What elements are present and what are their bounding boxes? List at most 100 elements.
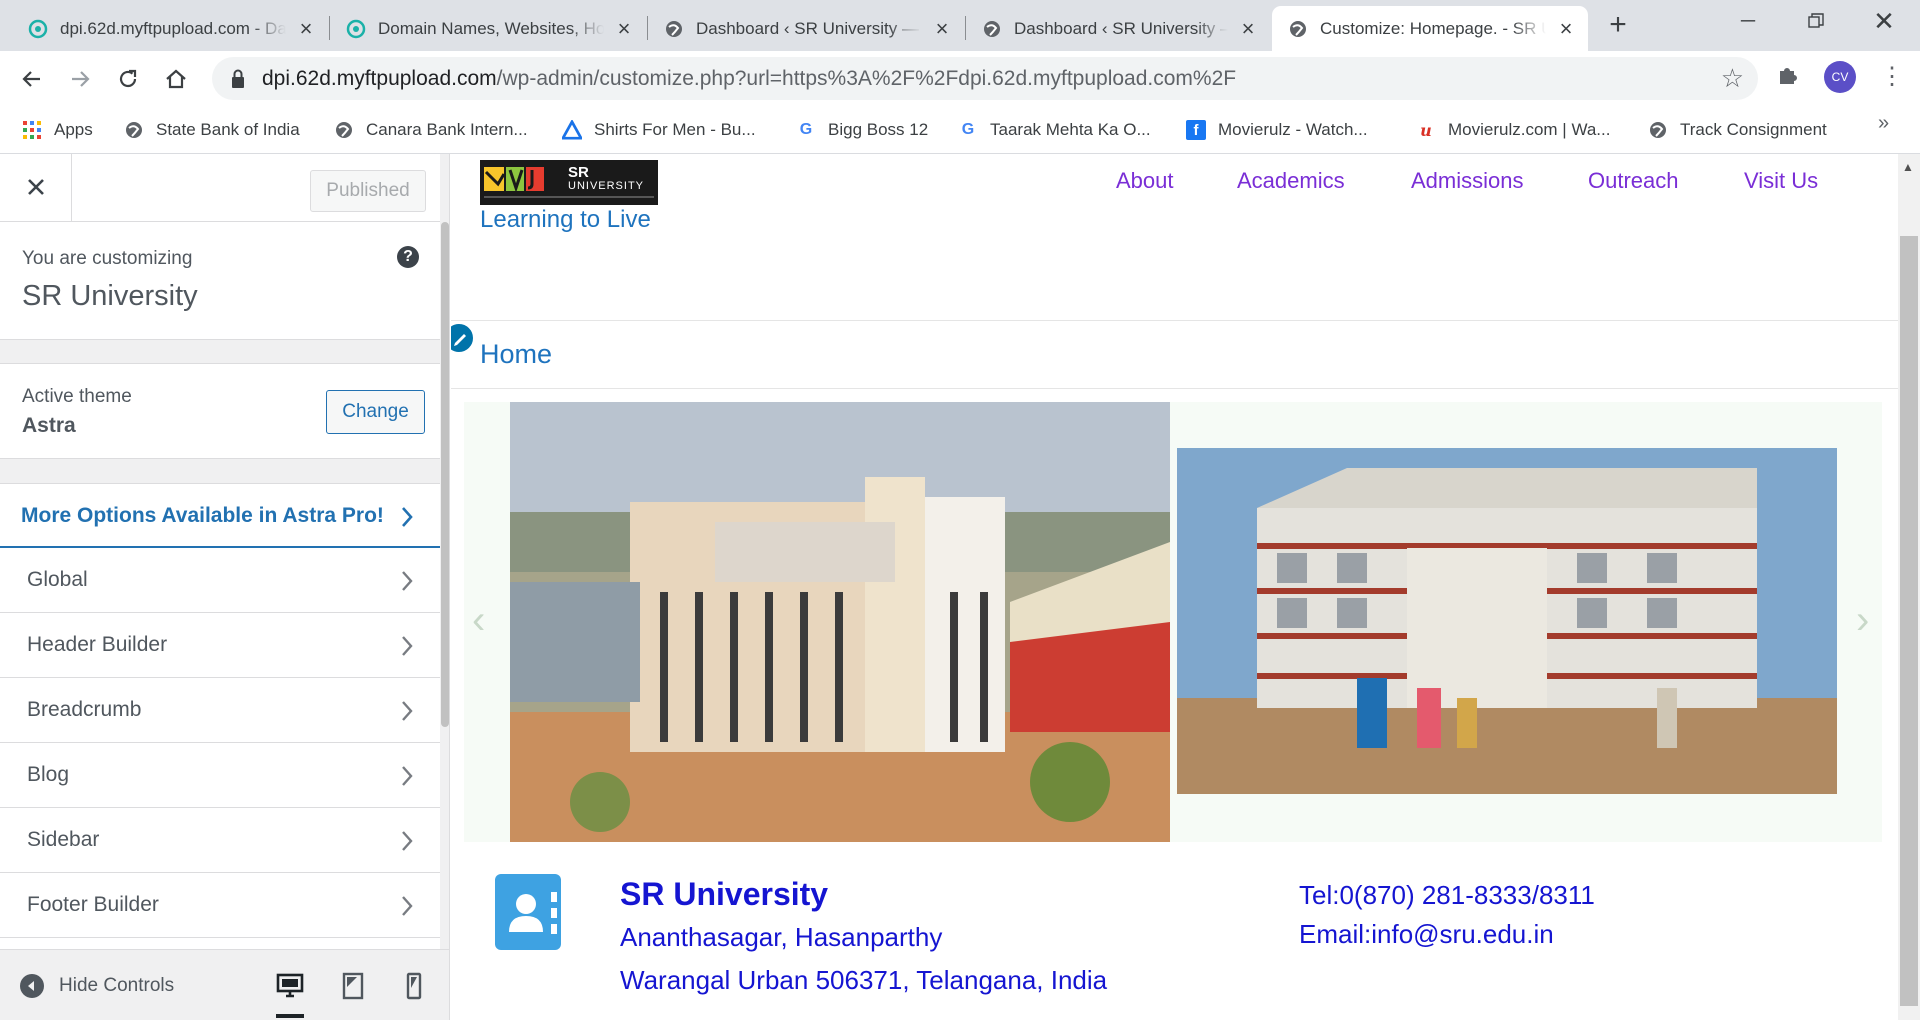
close-window-button[interactable]: ✕	[1856, 6, 1912, 36]
back-arrow-icon	[22, 71, 40, 87]
site-name: SR University	[22, 280, 198, 312]
chevron-right-icon	[402, 831, 413, 851]
menu-item-label: Breadcrumb	[27, 698, 142, 721]
published-button[interactable]: Published	[310, 170, 426, 212]
menu-item-breadcrumb[interactable]: Breadcrumb	[0, 678, 440, 743]
contact-address-line-1: Ananthasagar, Hasanparthy	[620, 922, 943, 952]
bookmark-sbi[interactable]: State Bank of India	[124, 116, 300, 144]
scroll-up-arrow-icon[interactable]: ▲	[1902, 160, 1914, 174]
change-theme-button[interactable]: Change	[326, 390, 425, 434]
desktop-preview-button[interactable]	[276, 972, 304, 1018]
campus-photo-1	[510, 402, 1170, 842]
google-icon: G	[799, 121, 813, 138]
slider-next-arrow-icon[interactable]: ›	[1856, 598, 1869, 643]
menu-item-label: Header Builder	[27, 633, 168, 656]
browser-menu-icon[interactable]: ⋮	[1880, 60, 1904, 96]
contact-email[interactable]: Email:info@sru.edu.in	[1299, 919, 1554, 950]
help-icon[interactable]: ?	[397, 246, 419, 268]
menu-item-footer-builder[interactable]: Footer Builder	[0, 873, 440, 938]
reload-button[interactable]	[112, 63, 144, 95]
logo-text-university: UNIVERSITY	[568, 180, 645, 192]
bookmarks-overflow-icon[interactable]: »	[1878, 112, 1889, 135]
title-divider	[451, 388, 1898, 389]
address-bar[interactable]: dpi.62d.myftpupload.com/wp-admin/customi…	[212, 57, 1758, 100]
menu-item-header-builder[interactable]: Header Builder	[0, 613, 440, 678]
bookmark-shirts[interactable]: Shirts For Men - Bu...	[562, 116, 756, 144]
theme-name: Astra	[22, 414, 76, 437]
tab-close-icon[interactable]: ×	[296, 17, 316, 39]
menu-item-global[interactable]: Global	[0, 548, 440, 613]
profile-avatar[interactable]: CV	[1824, 61, 1856, 93]
globe-icon	[1290, 20, 1306, 37]
logo-text-sr: SR	[568, 164, 589, 181]
chevron-right-icon	[402, 766, 413, 786]
bookmark-label: Bigg Boss 12	[828, 120, 929, 139]
bookmark-label: Canara Bank Intern...	[366, 120, 528, 139]
home-button[interactable]	[160, 63, 192, 95]
tab-dashboard-1[interactable]: Dashboard ‹ SR University — WordPress ×	[648, 6, 964, 51]
astra-pro-link[interactable]: More Options Available in Astra Pro!	[0, 483, 440, 548]
bookmark-canara[interactable]: Canara Bank Intern...	[334, 116, 528, 144]
slider-prev-arrow-icon[interactable]: ‹	[472, 598, 485, 643]
forward-button[interactable]	[64, 63, 96, 95]
menu-item-label: Sidebar	[27, 828, 100, 851]
globe-icon	[1648, 120, 1668, 140]
tab-close-icon[interactable]: ×	[614, 17, 634, 39]
nav-about[interactable]: About	[1116, 168, 1174, 194]
bookmark-bigg-boss[interactable]: G Bigg Boss 12	[796, 116, 928, 144]
contact-address-line-2: Warangal Urban 506371, Telangana, India	[620, 965, 1108, 995]
edit-shortcut-pencil-icon[interactable]	[451, 322, 475, 354]
bookmark-movierulz-com[interactable]: u Movierulz.com | Wa...	[1416, 116, 1610, 144]
tab-close-icon[interactable]: ×	[932, 17, 952, 39]
nav-admissions[interactable]: Admissions	[1411, 168, 1523, 194]
bookmark-taarak-mehta[interactable]: G Taarak Mehta Ka O...	[958, 116, 1151, 144]
image-slider[interactable]: ‹ ›	[464, 402, 1882, 842]
extensions-puzzle-icon[interactable]	[1776, 63, 1800, 87]
tablet-preview-button[interactable]	[341, 972, 369, 1000]
preview-scrollbar-thumb[interactable]	[1900, 236, 1918, 1006]
bookmark-movierulz-fb[interactable]: f Movierulz - Watch...	[1186, 116, 1368, 144]
tab-close-icon[interactable]: ×	[1556, 17, 1576, 39]
restore-button[interactable]	[1788, 6, 1844, 36]
customizer-sidebar: Published You are customizing SR Univers…	[0, 154, 450, 1020]
chevron-right-icon	[402, 507, 413, 527]
site-logo[interactable]: SR UNIVERSITY	[480, 160, 658, 205]
preview-scrollbar[interactable]: ▲	[1898, 154, 1920, 1020]
campus-photo-2	[1177, 448, 1837, 794]
nav-visit-us[interactable]: Visit Us	[1744, 168, 1818, 194]
lock-icon	[232, 69, 244, 88]
mobile-icon	[406, 972, 422, 1000]
sidebar-scrollbar[interactable]	[441, 222, 449, 727]
customizer-footer: Hide Controls	[0, 949, 449, 1020]
tab-domain-names[interactable]: Domain Names, Websites, Hosting ×	[330, 6, 646, 51]
site-tagline: Learning to Live	[480, 206, 651, 233]
bookmark-apps[interactable]: Apps	[22, 116, 93, 144]
bookmark-track-consignment[interactable]: Track Consignment	[1648, 116, 1827, 144]
browser-toolbar: dpi.62d.myftpupload.com/wp-admin/customi…	[0, 51, 1920, 106]
menu-item-sidebar[interactable]: Sidebar	[0, 808, 440, 873]
mobile-preview-button[interactable]	[404, 972, 432, 1000]
close-customizer-button[interactable]	[0, 154, 72, 221]
facebook-icon: f	[1186, 120, 1206, 140]
nav-academics[interactable]: Academics	[1237, 168, 1345, 194]
tab-close-icon[interactable]: ×	[1238, 17, 1258, 39]
tab-customize-active[interactable]: Customize: Homepage. - SR University ×	[1272, 6, 1588, 51]
chevron-right-icon	[402, 896, 413, 916]
minimize-button[interactable]: ─	[1720, 6, 1776, 36]
customizing-label: You are customizing	[22, 248, 193, 269]
bookmark-label: Shirts For Men - Bu...	[594, 120, 756, 139]
customizer-header: Published	[0, 154, 440, 222]
forward-arrow-icon	[72, 71, 90, 87]
menu-item-blog[interactable]: Blog	[0, 743, 440, 808]
hide-controls-button[interactable]: Hide Controls	[20, 974, 174, 998]
new-tab-button[interactable]: +	[1604, 10, 1632, 40]
nav-outreach[interactable]: Outreach	[1588, 168, 1679, 194]
contact-phone[interactable]: Tel:0(870) 281-8333/8311	[1299, 880, 1595, 911]
tab-myftpupload[interactable]: dpi.62d.myftpupload.com - Dashboard ×	[12, 6, 328, 51]
bookmark-label: Track Consignment	[1680, 120, 1827, 139]
page-title: Home	[480, 339, 553, 369]
home-icon	[166, 69, 186, 89]
back-button[interactable]	[16, 63, 48, 95]
bookmark-star-icon[interactable]: ☆	[1721, 63, 1744, 94]
tab-dashboard-2[interactable]: Dashboard ‹ SR University — WordPress ×	[966, 6, 1270, 51]
